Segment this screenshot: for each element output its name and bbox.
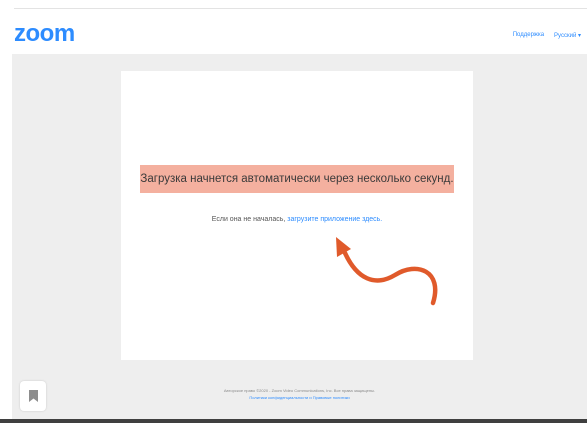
policies-link[interactable]: Политики конфиденциальности и Правовые п… (12, 394, 587, 401)
bottom-bar (0, 419, 587, 423)
download-app-link[interactable]: загрузите приложение здесь. (287, 216, 382, 223)
bookmark-icon (28, 390, 38, 402)
site-header: zoom Поддержка Русский ▾ (0, 10, 587, 54)
zoom-logo[interactable]: zoom (14, 22, 75, 46)
arrow-shaft (342, 250, 438, 306)
download-subline: Если она не началась, загрузите приложен… (121, 216, 473, 223)
bookmark-button[interactable] (20, 381, 46, 411)
page-footer: Авторское право ©2020 - Zoom Video Commu… (12, 387, 587, 401)
headline-text: Загрузка начнется автоматически через не… (140, 173, 454, 185)
header-links: Поддержка Русский ▾ (513, 32, 581, 39)
copyright-text: Авторское право ©2020 - Zoom Video Commu… (223, 388, 376, 393)
curved-arrow-icon (336, 237, 438, 306)
language-selector[interactable]: Русский ▾ (554, 32, 581, 39)
top-divider (14, 8, 587, 9)
main-area: Загрузка начнется автоматически через не… (12, 54, 587, 419)
subline-prefix: Если она не началась, (211, 216, 286, 223)
download-card: Загрузка начнется автоматически через не… (121, 71, 473, 360)
support-link[interactable]: Поддержка (513, 32, 544, 39)
zoom-download-page: zoom Поддержка Русский ▾ Загрузка начнет… (0, 0, 587, 423)
download-headline: Загрузка начнется автоматически через не… (140, 165, 454, 193)
